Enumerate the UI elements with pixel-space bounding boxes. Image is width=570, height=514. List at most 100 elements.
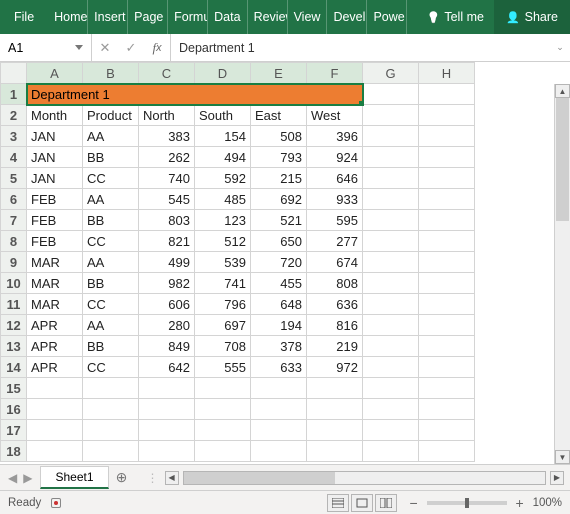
cell-A11[interactable]: MAR (27, 294, 83, 315)
cell-H5[interactable] (419, 168, 475, 189)
cell-E11[interactable]: 648 (251, 294, 307, 315)
cell-D7[interactable]: 123 (195, 210, 251, 231)
column-header-F[interactable]: F (307, 63, 363, 84)
cell-E18[interactable] (251, 441, 307, 462)
row-header-16[interactable]: 16 (1, 399, 27, 420)
column-header-A[interactable]: A (27, 63, 83, 84)
tell-me[interactable]: Tell me (417, 0, 494, 34)
row-header-12[interactable]: 12 (1, 315, 27, 336)
cell-E5[interactable]: 215 (251, 168, 307, 189)
cell-H4[interactable] (419, 147, 475, 168)
cell-B6[interactable]: AA (83, 189, 139, 210)
share-button[interactable]: Share (494, 0, 570, 34)
cell-B3[interactable]: AA (83, 126, 139, 147)
ribbon-tab-review[interactable]: Review (248, 0, 288, 34)
row-header-10[interactable]: 10 (1, 273, 27, 294)
cell-F13[interactable]: 219 (307, 336, 363, 357)
cell-C12[interactable]: 280 (139, 315, 195, 336)
cell-F4[interactable]: 924 (307, 147, 363, 168)
cell-C16[interactable] (139, 399, 195, 420)
cell-D4[interactable]: 494 (195, 147, 251, 168)
page-break-view-button[interactable] (375, 494, 397, 512)
cell-D17[interactable] (195, 420, 251, 441)
cell-H6[interactable] (419, 189, 475, 210)
cell-B16[interactable] (83, 399, 139, 420)
row-header-2[interactable]: 2 (1, 105, 27, 126)
cell-H18[interactable] (419, 441, 475, 462)
cell-H14[interactable] (419, 357, 475, 378)
ribbon-tab-view[interactable]: View (288, 0, 328, 34)
cell-B18[interactable] (83, 441, 139, 462)
cell-G6[interactable] (363, 189, 419, 210)
cell-A16[interactable] (27, 399, 83, 420)
cell-E17[interactable] (251, 420, 307, 441)
cell-F7[interactable]: 595 (307, 210, 363, 231)
cell-H3[interactable] (419, 126, 475, 147)
macro-record-icon[interactable] (51, 498, 61, 508)
cell-C2[interactable]: North (139, 105, 195, 126)
insert-function-button[interactable]: fx (144, 40, 170, 56)
cell-G10[interactable] (363, 273, 419, 294)
cell-E4[interactable]: 793 (251, 147, 307, 168)
cell-C4[interactable]: 262 (139, 147, 195, 168)
ribbon-tab-devel[interactable]: Devel (327, 0, 367, 34)
horizontal-scroll-thumb[interactable] (184, 472, 336, 484)
cell-C9[interactable]: 499 (139, 252, 195, 273)
cell-A8[interactable]: FEB (27, 231, 83, 252)
cell-D12[interactable]: 697 (195, 315, 251, 336)
column-header-C[interactable]: C (139, 63, 195, 84)
cell-B2[interactable]: Product (83, 105, 139, 126)
cell-D13[interactable]: 708 (195, 336, 251, 357)
cell-H7[interactable] (419, 210, 475, 231)
row-header-7[interactable]: 7 (1, 210, 27, 231)
scroll-up-icon[interactable]: ▲ (555, 84, 570, 98)
cell-C10[interactable]: 982 (139, 273, 195, 294)
cell-F18[interactable] (307, 441, 363, 462)
ribbon-tab-home[interactable]: Home (48, 0, 88, 34)
worksheet-grid[interactable]: ABCDEFGH1Department 12MonthProductNorthS… (0, 62, 570, 464)
cell-E7[interactable]: 521 (251, 210, 307, 231)
cell-G18[interactable] (363, 441, 419, 462)
cell-E16[interactable] (251, 399, 307, 420)
select-all-corner[interactable] (1, 63, 27, 84)
cell-H12[interactable] (419, 315, 475, 336)
name-box[interactable]: A1 (0, 34, 92, 61)
cell-A5[interactable]: JAN (27, 168, 83, 189)
cell-E14[interactable]: 633 (251, 357, 307, 378)
cell-B9[interactable]: AA (83, 252, 139, 273)
cell-E3[interactable]: 508 (251, 126, 307, 147)
cell-A3[interactable]: JAN (27, 126, 83, 147)
cell-E2[interactable]: East (251, 105, 307, 126)
chevron-down-icon[interactable] (75, 45, 83, 50)
row-header-17[interactable]: 17 (1, 420, 27, 441)
column-header-H[interactable]: H (419, 63, 475, 84)
accept-formula-button[interactable]: ✓ (118, 40, 144, 56)
cell-H9[interactable] (419, 252, 475, 273)
cell-E13[interactable]: 378 (251, 336, 307, 357)
cell-B10[interactable]: BB (83, 273, 139, 294)
cell-F3[interactable]: 396 (307, 126, 363, 147)
cell-B11[interactable]: CC (83, 294, 139, 315)
cell-C11[interactable]: 606 (139, 294, 195, 315)
cell-B15[interactable] (83, 378, 139, 399)
cell-F17[interactable] (307, 420, 363, 441)
scroll-down-icon[interactable]: ▼ (555, 450, 570, 464)
sheet-nav-prev[interactable]: ◀ (8, 471, 17, 485)
cell-B7[interactable]: BB (83, 210, 139, 231)
cell-A4[interactable]: JAN (27, 147, 83, 168)
scroll-left-icon[interactable]: ◀ (165, 471, 179, 485)
cell-F14[interactable]: 972 (307, 357, 363, 378)
cell-G11[interactable] (363, 294, 419, 315)
cell-C17[interactable] (139, 420, 195, 441)
ribbon-tab-powe[interactable]: Powe (367, 0, 407, 34)
column-header-E[interactable]: E (251, 63, 307, 84)
row-header-5[interactable]: 5 (1, 168, 27, 189)
cell-D14[interactable]: 555 (195, 357, 251, 378)
add-sheet-button[interactable]: ⊕ (109, 469, 135, 486)
cell-D3[interactable]: 154 (195, 126, 251, 147)
page-layout-view-button[interactable] (351, 494, 373, 512)
cell-G7[interactable] (363, 210, 419, 231)
cell-F12[interactable]: 816 (307, 315, 363, 336)
row-header-13[interactable]: 13 (1, 336, 27, 357)
cell-B12[interactable]: AA (83, 315, 139, 336)
